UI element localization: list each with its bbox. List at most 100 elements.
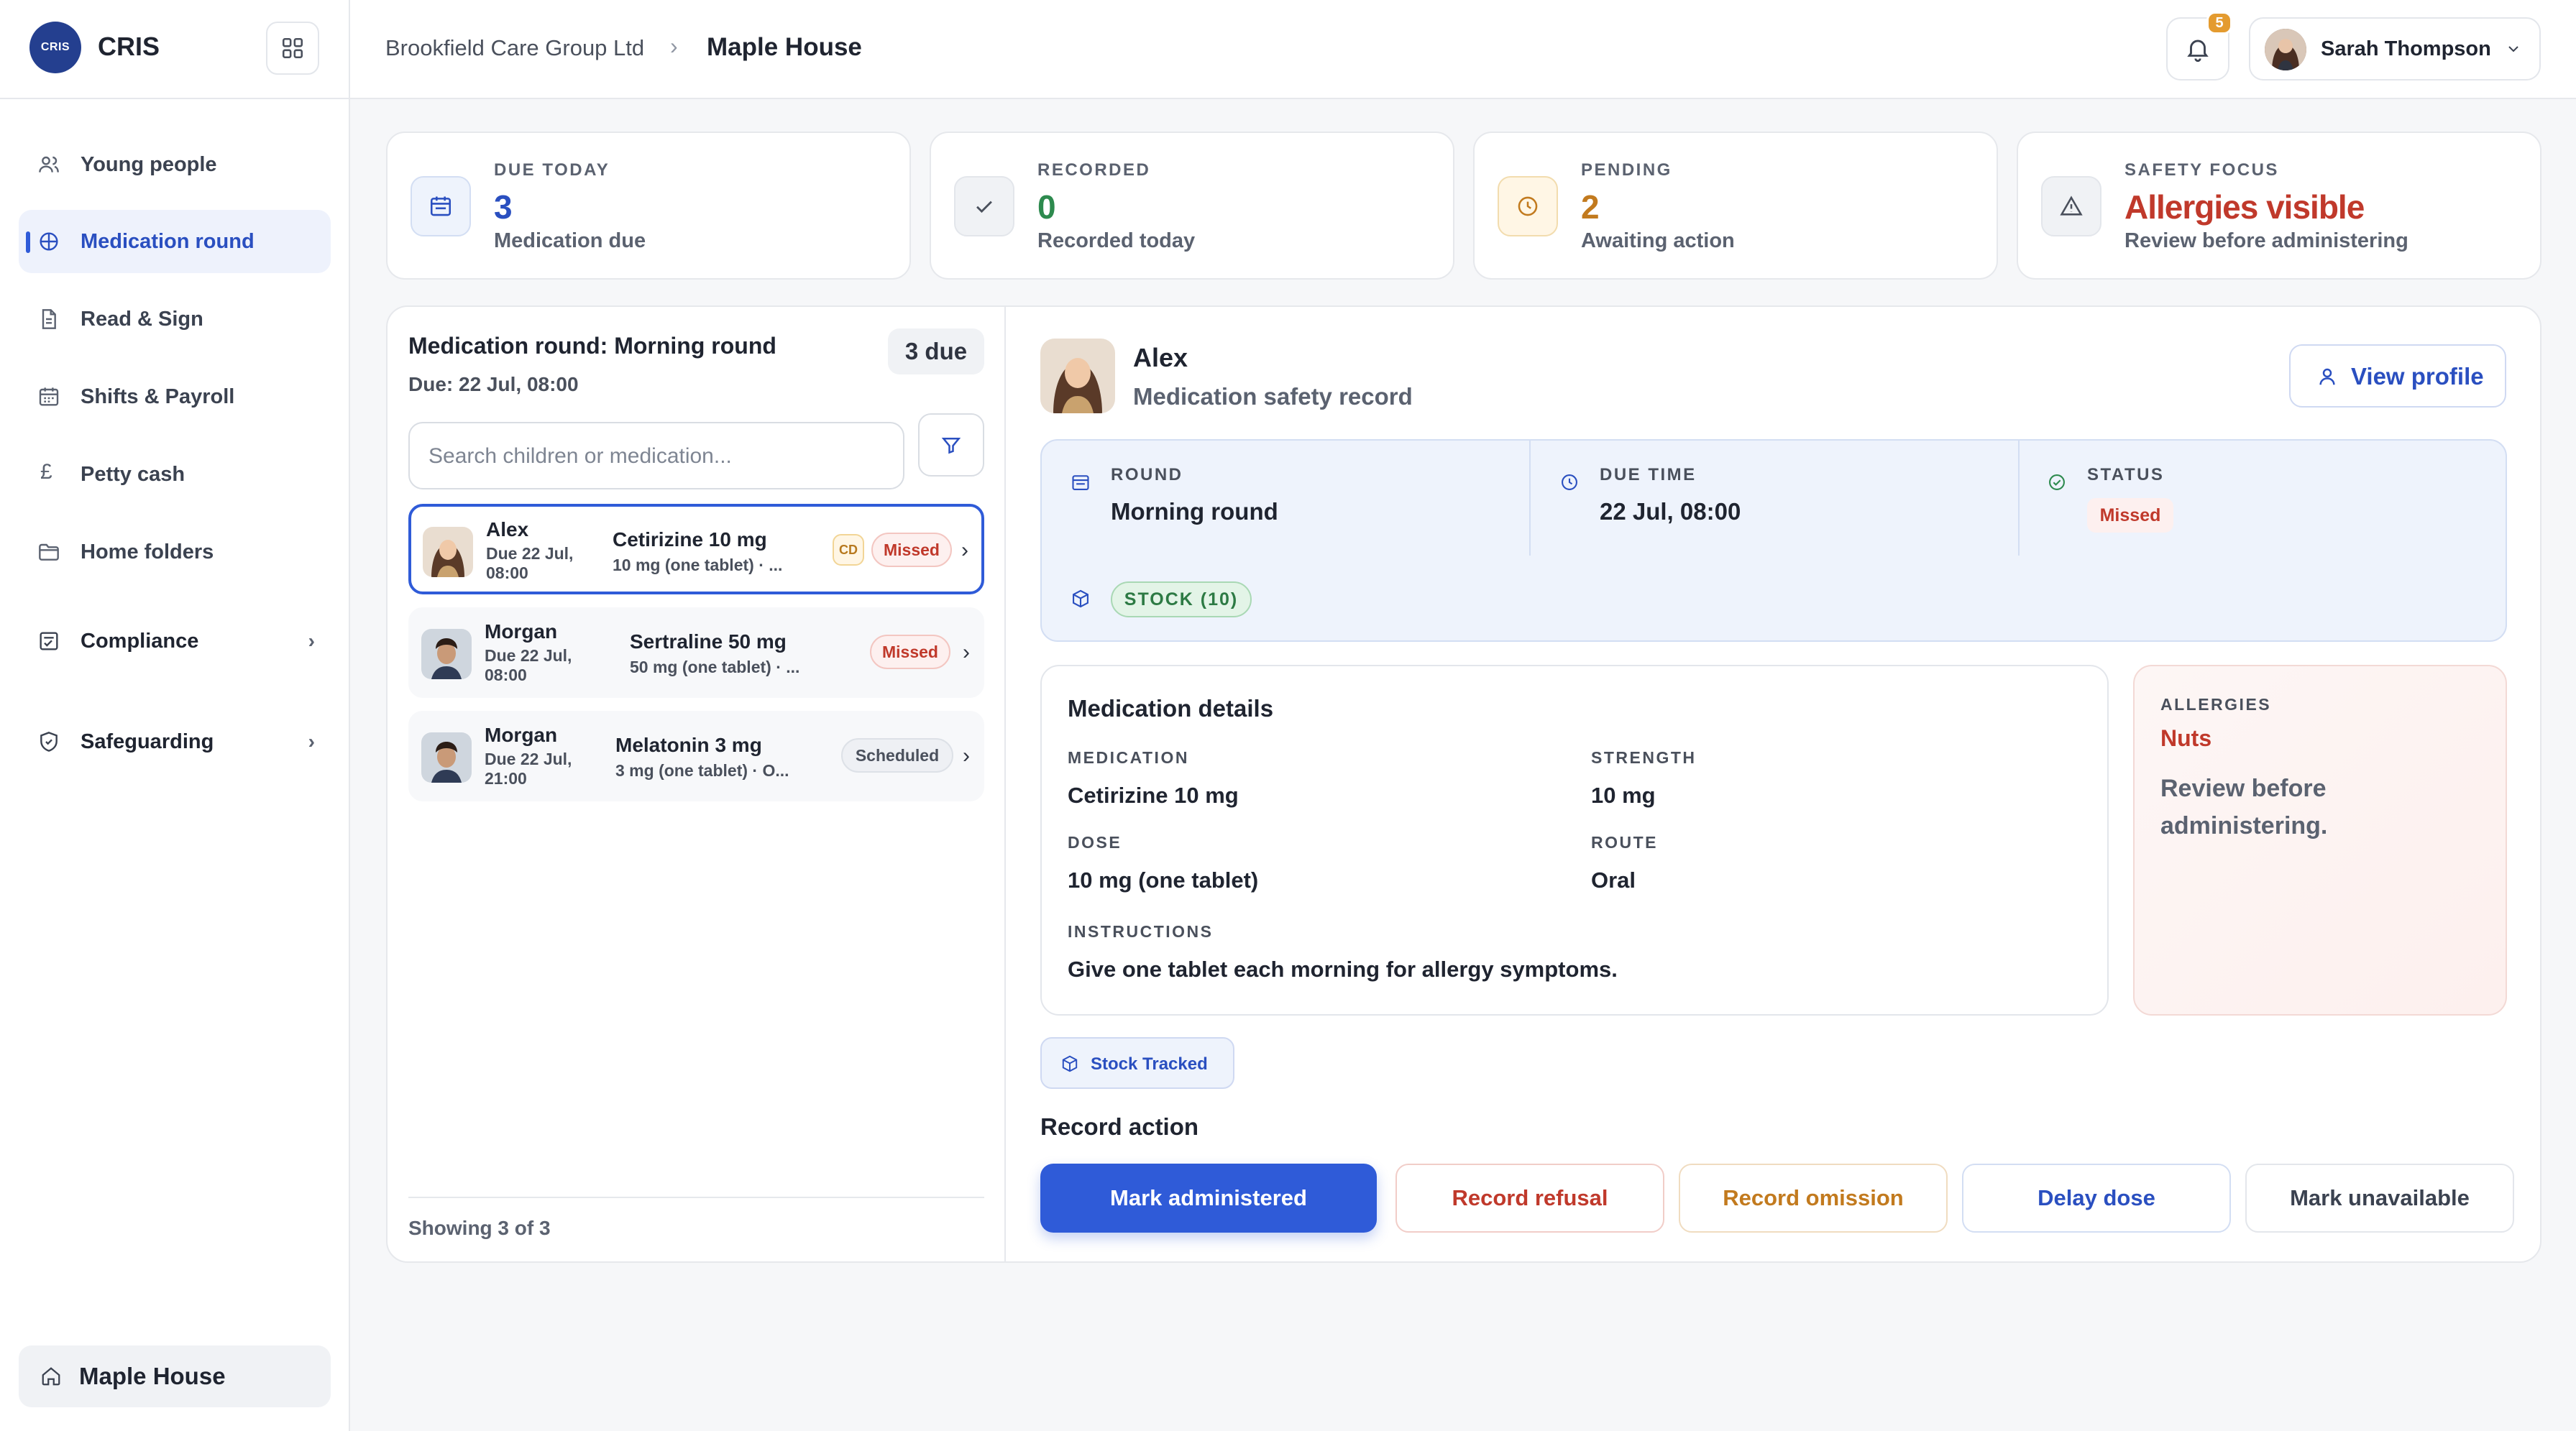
status-label: STATUS — [2087, 465, 2165, 484]
list-item[interactable]: Morgan Due 22 Jul, 21:00 Melatonin 3 mg … — [408, 711, 984, 801]
result-count: Showing 3 of 3 — [408, 1217, 551, 1239]
stock-tracked-tag: Stock Tracked — [1040, 1037, 1234, 1089]
medication-name: Sertraline 50 mg — [630, 630, 787, 653]
sidebar-item-young-people[interactable]: Young people — [19, 133, 331, 196]
sidebar: CRIS CRIS Young people Medication round … — [0, 0, 350, 1431]
home-icon — [42, 1367, 60, 1386]
instructions-value: Give one tablet each morning for allergy… — [1068, 957, 1618, 982]
sidebar-item-label: Petty cash — [81, 462, 185, 486]
record-refusal-button[interactable]: Record refusal — [1395, 1164, 1664, 1233]
chevron-right-icon: › — [963, 744, 970, 768]
filter-button[interactable] — [918, 413, 984, 477]
calendar-icon — [411, 176, 471, 236]
status-badge: Scheduled — [841, 738, 953, 773]
app-grid-button[interactable] — [266, 22, 319, 75]
medication-details-card: Medication details MEDICATION Cetirizine… — [1040, 665, 2109, 1016]
cris-logo[interactable]: CRIS — [29, 22, 81, 73]
child-name: Morgan — [485, 724, 558, 746]
check-icon — [954, 176, 1014, 236]
route-label: ROUTE — [1591, 833, 1658, 852]
status-badge: Missed — [2087, 498, 2173, 533]
users-icon — [39, 156, 59, 172]
stat-value: 2 — [1581, 188, 1600, 226]
sidebar-item-petty-cash[interactable]: £ Petty cash — [19, 443, 331, 506]
brand-name: CRIS — [98, 32, 160, 61]
child-name: Alex — [486, 518, 529, 540]
box-icon — [1073, 589, 1088, 608]
sidebar-item-safeguarding[interactable]: Safeguarding › — [19, 710, 331, 773]
sidebar-item-medication-round[interactable]: Medication round — [19, 210, 331, 273]
round-title: Medication round: Morning round — [408, 333, 776, 359]
stat-card-recorded: RECORDED 0 Recorded today — [930, 132, 1454, 280]
allergies-card: ALLERGIES Nuts Review before administeri… — [2133, 665, 2507, 1016]
due-time-info: DUE TIME 22 Jul, 08:00 — [1531, 441, 2018, 556]
status-info: STATUS Missed — [2018, 441, 2506, 556]
strength-label: STRENGTH — [1591, 748, 1697, 767]
avatar — [421, 732, 472, 783]
pill-icon — [40, 232, 58, 251]
mark-unavailable-button[interactable]: Mark unavailable — [2245, 1164, 2514, 1233]
round-info: ROUND Morning round — [1042, 441, 1529, 556]
breadcrumb-home: Maple House — [707, 33, 862, 61]
breadcrumb-chevron-icon: › — [670, 33, 678, 59]
sidebar-item-label: Young people — [81, 152, 217, 176]
check-circle-icon — [2049, 474, 2065, 490]
stat-subtitle: Medication due — [494, 229, 646, 252]
chevron-down-icon — [2508, 46, 2518, 52]
user-avatar — [2265, 29, 2306, 70]
allergies-label: ALLERGIES — [2160, 695, 2272, 714]
child-name: Alex — [1133, 343, 1188, 372]
medication-dose: 10 mg (one tablet) · ... — [613, 556, 783, 574]
dose-due-time: Due 22 Jul, 08:00 — [486, 544, 574, 582]
dose-value: 10 mg (one tablet) — [1068, 868, 1259, 893]
view-profile-label: View profile — [2351, 363, 2484, 390]
list-item[interactable]: Morgan Due 22 Jul, 08:00 Sertraline 50 m… — [408, 607, 984, 698]
clock-icon — [1562, 474, 1577, 490]
stat-subtitle: Awaiting action — [1581, 229, 1735, 252]
view-profile-button[interactable]: View profile — [2289, 344, 2506, 408]
user-menu-button[interactable]: Sarah Thompson — [2249, 17, 2541, 80]
controlled-drug-badge: CD — [833, 534, 864, 566]
details-title: Medication details — [1068, 695, 1274, 722]
pound-icon: £ — [40, 460, 52, 484]
notification-count-badge: 5 — [2206, 11, 2232, 34]
mark-administered-button[interactable]: Mark administered — [1040, 1164, 1377, 1233]
search-input[interactable] — [428, 438, 889, 475]
stat-subtitle: Recorded today — [1037, 229, 1196, 252]
sidebar-item-label: Home folders — [81, 540, 214, 563]
round-value: Morning round — [1111, 498, 1278, 525]
sidebar-item-label: Shifts & Payroll — [81, 385, 235, 408]
brand-header: CRIS CRIS — [0, 0, 349, 99]
sidebar-item-home-folders[interactable]: Home folders — [19, 520, 331, 584]
sidebar-item-shifts-payroll[interactable]: Shifts & Payroll — [19, 365, 331, 428]
stat-label: DUE TODAY — [494, 160, 610, 180]
dose-label: DOSE — [1068, 833, 1122, 852]
sidebar-item-compliance[interactable]: Compliance › — [19, 609, 331, 673]
chevron-right-icon: › — [961, 538, 968, 562]
delay-dose-button[interactable]: Delay dose — [1962, 1164, 2231, 1233]
sidebar-item-label: Safeguarding — [81, 730, 214, 753]
home-switcher[interactable]: Maple House — [19, 1345, 331, 1407]
record-omission-button[interactable]: Record omission — [1679, 1164, 1948, 1233]
stock-badge: STOCK (10) — [1111, 581, 1252, 617]
calendar-icon — [1072, 475, 1089, 490]
sidebar-item-read-sign[interactable]: Read & Sign — [19, 287, 331, 351]
stock-tracked-label: Stock Tracked — [1091, 1054, 1208, 1074]
checklist-icon — [40, 632, 58, 650]
breadcrumb-org[interactable]: Brookfield Care Group Ltd — [385, 35, 644, 61]
allergies-value: Nuts — [2160, 725, 2212, 751]
stat-card-pending: PENDING 2 Awaiting action — [1473, 132, 1998, 280]
warning-icon — [2041, 176, 2101, 236]
home-switcher-label: Maple House — [79, 1363, 226, 1389]
list-item[interactable]: Alex Due 22 Jul, 08:00 Cetirizine 10 mg … — [408, 504, 984, 594]
search-field[interactable] — [408, 422, 904, 489]
avatar — [1040, 339, 1115, 413]
grid-icon — [282, 37, 303, 59]
medication-name: Melatonin 3 mg — [615, 734, 762, 756]
chevron-right-icon: › — [308, 630, 315, 652]
dose-due-time: Due 22 Jul, 08:00 — [485, 646, 572, 684]
topbar: Brookfield Care Group Ltd › Maple House … — [350, 0, 2576, 99]
medication-label: MEDICATION — [1068, 748, 1189, 767]
detail-subtitle: Medication safety record — [1133, 383, 1413, 410]
round-list-pane: Medication round: Morning round Due: 22 … — [388, 307, 1006, 1261]
